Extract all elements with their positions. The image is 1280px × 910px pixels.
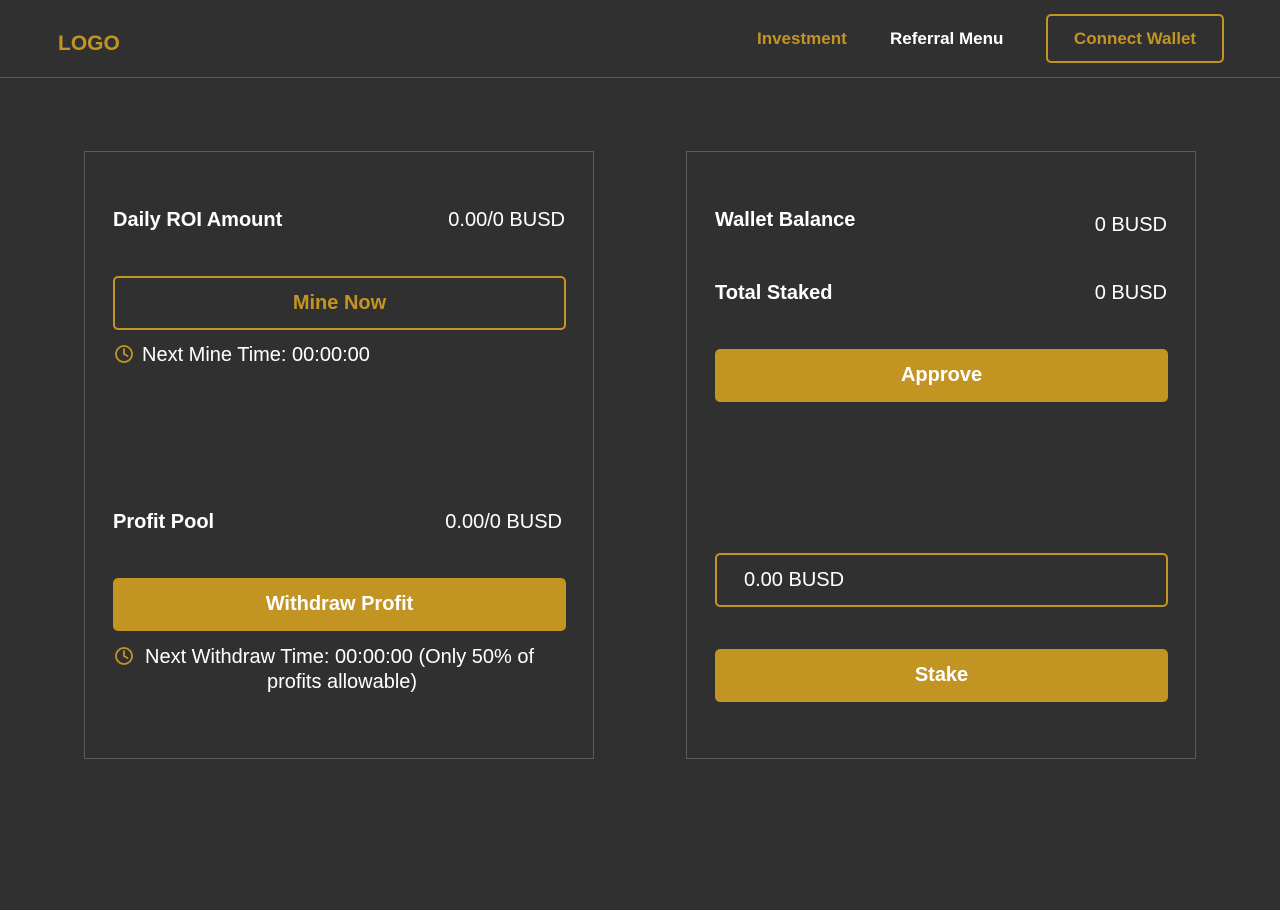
stake-button[interactable]: Stake (715, 649, 1168, 702)
logo[interactable]: LOGO (58, 32, 120, 56)
profit-pool-value: 0.00/0 BUSD (445, 511, 562, 533)
daily-roi-label: Daily ROI Amount (113, 209, 283, 231)
mine-now-button[interactable]: Mine Now (113, 276, 566, 330)
daily-roi-value: 0.00/0 BUSD (448, 209, 565, 231)
top-navbar: LOGO Investment Referral Menu Connect Wa… (0, 0, 1280, 78)
stake-amount-input[interactable] (715, 553, 1168, 607)
wallet-balance-value: 0 BUSD (1094, 214, 1167, 236)
approve-button[interactable]: Approve (715, 349, 1168, 402)
nav-link-investment[interactable]: Investment (757, 29, 847, 49)
profit-pool-label: Profit Pool (113, 511, 215, 533)
connect-wallet-button[interactable]: Connect Wallet (1046, 14, 1224, 63)
withdraw-profit-button[interactable]: Withdraw Profit (113, 578, 566, 631)
clock-icon (115, 345, 133, 363)
withdraw-note: profits allowable) (267, 671, 418, 693)
clock-icon (115, 647, 133, 665)
next-withdraw-time: Next Withdraw Time: 00:00:00 (Only 50% o… (145, 646, 535, 668)
nav-link-referral-menu[interactable]: Referral Menu (890, 29, 1003, 49)
mining-card: Daily ROI Amount 0.00/0 BUSD Mine Now Ne… (84, 151, 594, 759)
total-staked-value: 0 BUSD (1094, 282, 1167, 304)
staking-card: Wallet Balance 0 BUSD Total Staked 0 BUS… (686, 151, 1196, 759)
wallet-balance-label: Wallet Balance (715, 209, 856, 231)
next-mine-time: Next Mine Time: 00:00:00 (142, 344, 370, 366)
total-staked-label: Total Staked (715, 282, 833, 304)
